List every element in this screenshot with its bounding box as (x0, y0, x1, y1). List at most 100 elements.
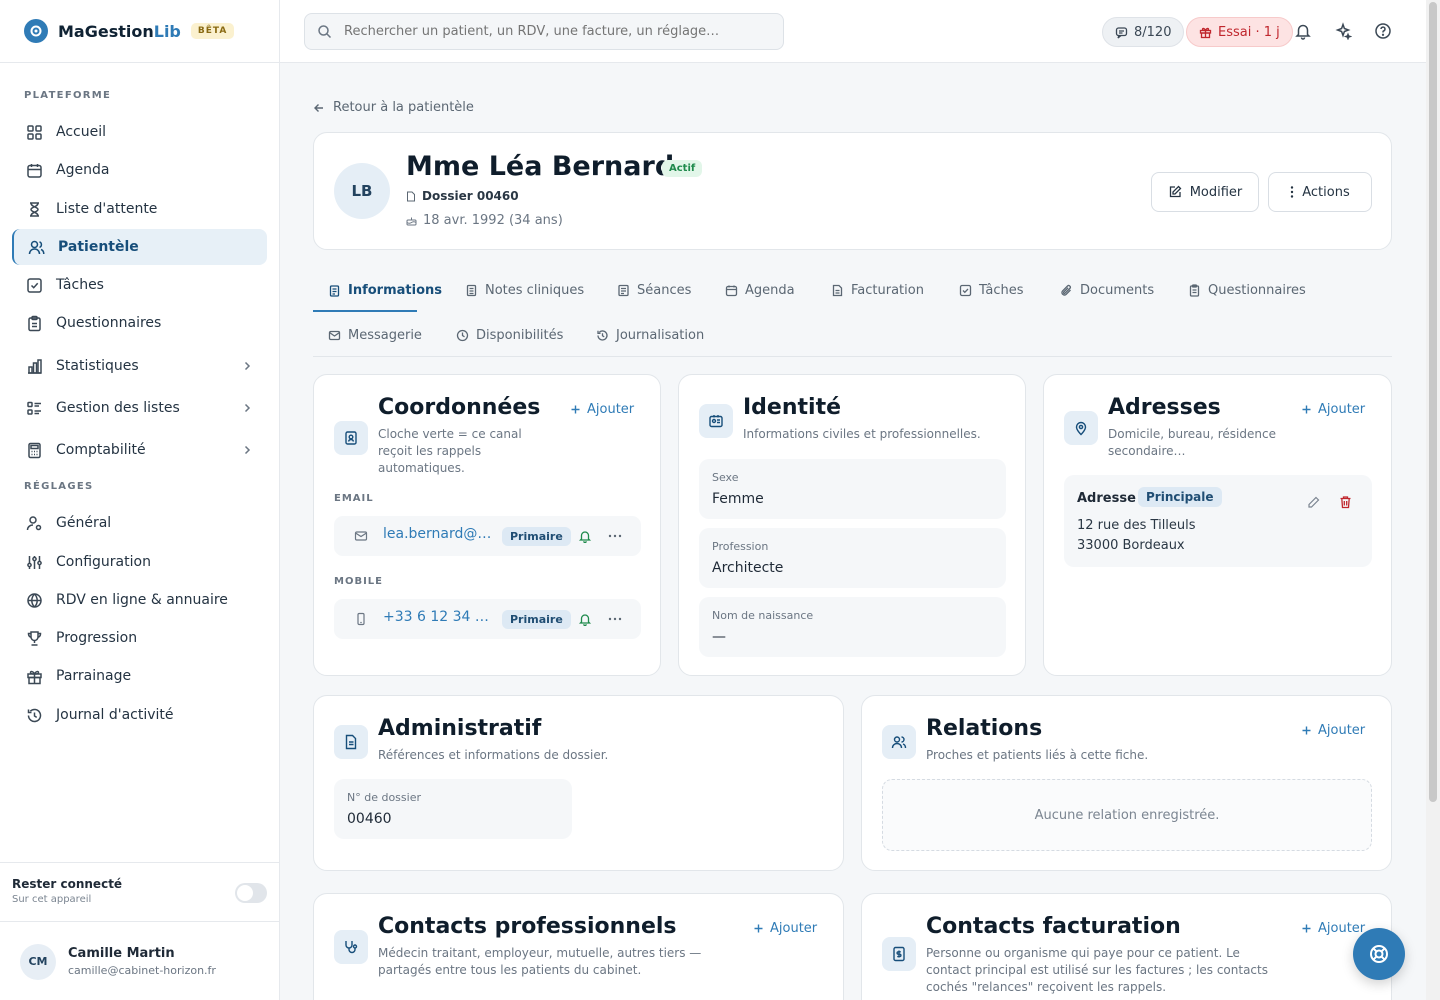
page-title: Mme Léa Bernard (406, 151, 675, 182)
user-profile[interactable]: CM Camille Martin camille@cabinet-horizo… (0, 923, 279, 1000)
field-label: N° de dossier (347, 791, 421, 804)
sidebar-item-questionnaires[interactable]: Questionnaires (12, 305, 267, 341)
add-contact-facturation-button[interactable]: Ajouter (1301, 921, 1365, 936)
add-adresse-button[interactable]: Ajouter (1301, 402, 1365, 417)
sidebar-item-parrainage[interactable]: Parrainage (12, 658, 267, 694)
tab-messagerie[interactable]: Messagerie (328, 328, 422, 343)
actions-button[interactable]: Actions (1268, 172, 1372, 212)
active-tab-indicator (313, 310, 417, 312)
calendar-icon (27, 163, 42, 178)
sidebar-item-comptabilite[interactable]: Comptabilité (12, 432, 267, 468)
bell-active-icon[interactable] (578, 612, 592, 626)
trash-icon[interactable] (1339, 495, 1352, 509)
add-label: Ajouter (587, 402, 635, 417)
scrollbar-thumb[interactable] (1429, 2, 1437, 802)
sidebar-item-taches[interactable]: Tâches (12, 267, 267, 303)
tab-questionnaires[interactable]: Questionnaires (1188, 283, 1306, 298)
tab-label: Disponibilités (476, 328, 564, 343)
trial-badge[interactable]: Essai · 1 j (1186, 17, 1293, 47)
back-link[interactable]: Retour à la patientèle (313, 100, 474, 115)
field-value: Femme (712, 491, 764, 507)
back-link-label: Retour à la patientèle (333, 100, 474, 115)
coordonnees-subtitle: Cloche verte = ce canal reçoit les rappe… (378, 427, 522, 475)
tab-label: Notes cliniques (485, 283, 585, 298)
sparkles-icon[interactable] (1334, 22, 1352, 40)
tab-label: Questionnaires (1208, 283, 1306, 298)
bell-active-icon[interactable] (578, 529, 592, 543)
list-icon (27, 401, 41, 415)
email-value[interactable]: lea.bernard@example.fr (383, 526, 495, 542)
chevron-right-icon (244, 361, 251, 371)
sidebar-item-liste-attente[interactable]: Liste d'attente (12, 191, 267, 227)
tab-facturation[interactable]: Facturation (831, 283, 924, 298)
sidebar-item-label: Tâches (56, 277, 104, 293)
identite-title: Identité (743, 395, 842, 420)
tab-label: Séances (637, 283, 692, 298)
relations-title: Relations (926, 716, 1043, 741)
support-fab-button[interactable] (1353, 928, 1405, 980)
stay-connected-title: Rester connecté (12, 877, 123, 891)
patient-header: LB Mme Léa Bernard Actif Dossier 00460 1… (313, 132, 1392, 250)
tab-taches[interactable]: Tâches (959, 283, 1024, 298)
sidebar-item-gestion-listes[interactable]: Gestion des listes (12, 390, 267, 426)
tab-label: Informations (348, 283, 443, 298)
sidebar-item-label: Patientèle (58, 239, 139, 255)
sidebar-item-rdv-en-ligne[interactable]: RDV en ligne & annuaire (12, 582, 267, 618)
sidebar-item-accueil[interactable]: Accueil (12, 114, 267, 150)
history-icon (27, 708, 42, 722)
sms-counter[interactable]: 8/120 (1102, 17, 1185, 47)
more-horizontal-icon[interactable] (608, 534, 622, 538)
map-pin-icon (1064, 411, 1098, 445)
receipt-icon (882, 937, 916, 971)
bell-icon[interactable] (1294, 22, 1312, 40)
tab-agenda[interactable]: Agenda (725, 283, 795, 298)
dossier-number: Dossier 00460 (406, 189, 519, 203)
search-bar[interactable] (304, 13, 784, 50)
tab-notes-cliniques[interactable]: Notes cliniques (465, 283, 584, 298)
sidebar-item-patientele[interactable]: Patientèle (12, 229, 267, 265)
trophy-icon (27, 630, 42, 646)
edit-icon (1169, 185, 1182, 198)
tab-journalisation[interactable]: Journalisation (596, 328, 704, 343)
field-dossier: N° de dossier 00460 (334, 779, 572, 839)
add-coordonnee-button[interactable]: Ajouter (570, 402, 634, 417)
sidebar-item-statistiques[interactable]: Statistiques (12, 348, 267, 384)
sidebar-item-configuration[interactable]: Configuration (12, 544, 267, 580)
contact-card-icon (334, 421, 368, 455)
edit-button[interactable]: Modifier (1151, 172, 1259, 212)
sidebar-item-general[interactable]: Général (12, 505, 267, 541)
tab-disponibilites[interactable]: Disponibilités (456, 328, 563, 343)
email-row[interactable]: lea.bernard@example.fr Primaire (334, 516, 641, 556)
add-relation-button[interactable]: Ajouter (1301, 723, 1365, 738)
stay-connected-toggle[interactable] (235, 883, 267, 903)
tab-label: Facturation (851, 283, 924, 298)
tab-informations[interactable]: Informations (328, 283, 442, 298)
check-square-icon (959, 284, 972, 297)
mail-icon (354, 531, 368, 541)
plus-icon (571, 405, 580, 414)
brand-logo-icon (24, 19, 48, 43)
more-horizontal-icon[interactable] (608, 617, 622, 621)
scrollbar[interactable] (1426, 0, 1440, 1000)
calculator-icon (28, 442, 41, 458)
avatar: CM (20, 943, 56, 980)
beta-badge: BÊTA (190, 23, 235, 39)
gift-icon (27, 670, 42, 684)
phone-icon (357, 612, 365, 626)
paperclip-icon (1061, 284, 1071, 296)
search-input[interactable] (344, 24, 764, 39)
help-icon[interactable] (1374, 22, 1392, 40)
add-contact-pro-button[interactable]: Ajouter (753, 921, 817, 936)
chevron-right-icon (244, 403, 251, 413)
field-label: Sexe (712, 471, 739, 484)
pencil-icon[interactable] (1307, 496, 1320, 509)
tab-seances[interactable]: Séances (617, 283, 691, 298)
sidebar-item-journal[interactable]: Journal d'activité (12, 697, 267, 733)
mobile-row[interactable]: +33 6 12 34 56 78 Primaire (334, 599, 641, 639)
sidebar-item-agenda[interactable]: Agenda (12, 152, 267, 188)
brand[interactable]: MaGestionLib BÊTA (0, 0, 279, 63)
administratif-subtitle: Références et informations de dossier. (378, 748, 609, 762)
tab-documents[interactable]: Documents (1060, 283, 1154, 298)
sidebar-item-progression[interactable]: Progression (12, 620, 267, 656)
mobile-value[interactable]: +33 6 12 34 56 78 (383, 609, 495, 625)
